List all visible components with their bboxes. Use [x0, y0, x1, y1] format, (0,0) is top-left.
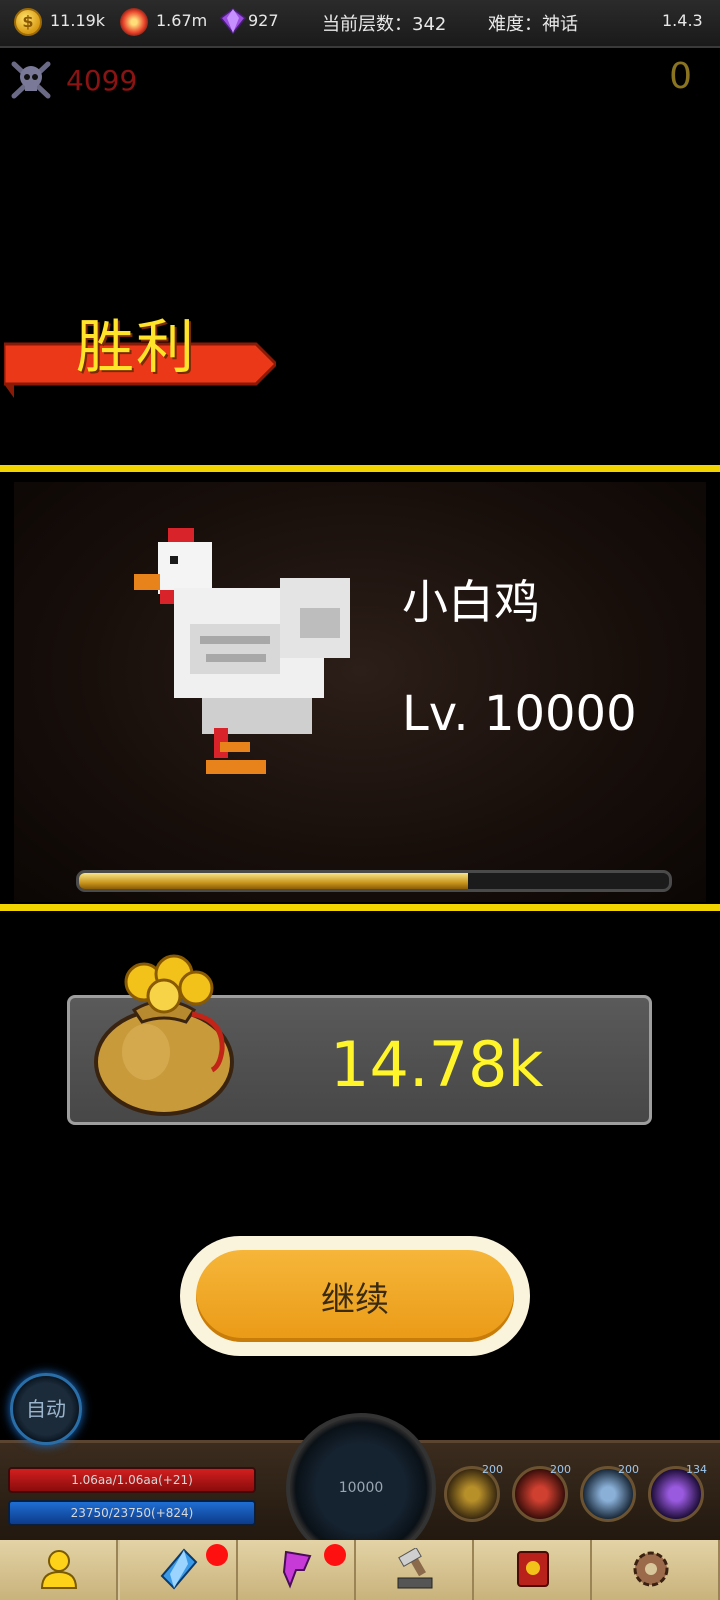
- storm-icon[interactable]: 200: [580, 1463, 639, 1522]
- difficulty: 难度：神话: [488, 14, 578, 35]
- notification-dot: [324, 1544, 346, 1566]
- white-chicken-sprite: [134, 528, 350, 774]
- skull-crossbones-icon: [11, 61, 51, 99]
- settings-gear-icon: [633, 1551, 669, 1587]
- score-counter: 0: [669, 56, 692, 97]
- notification-dot: [206, 1544, 228, 1566]
- power-amount: 1.67m: [156, 11, 208, 30]
- kill-count: 4099: [66, 64, 138, 97]
- warrior-icon[interactable]: 200: [512, 1463, 571, 1522]
- progress-bar: [76, 870, 672, 892]
- divider-bottom: [0, 904, 720, 911]
- auto-battle-toggle[interactable]: 自动: [10, 1373, 82, 1445]
- skill-charges: 134: [686, 1463, 707, 1476]
- skill-charges: 200: [618, 1463, 639, 1476]
- continue-button[interactable]: 继续: [196, 1250, 514, 1342]
- mp-bar: 23750/23750(+824): [8, 1500, 256, 1526]
- skill-charges: 200: [550, 1463, 571, 1476]
- hp-bar: 1.06aa/1.06aa(+21): [8, 1467, 256, 1493]
- tab-rune[interactable]: [238, 1540, 356, 1600]
- tab-crystal[interactable]: [120, 1540, 238, 1600]
- tab-spellbook[interactable]: [474, 1540, 592, 1600]
- purple-gem-icon: [220, 8, 246, 34]
- arcane-icon[interactable]: 134: [648, 1463, 707, 1522]
- gold-coin-icon: [14, 8, 42, 36]
- monster-name: 小白鸡: [402, 575, 540, 629]
- gem-amount: 927: [248, 11, 279, 30]
- money-bag-icon: [94, 954, 234, 1116]
- tab-settings[interactable]: [592, 1540, 720, 1600]
- holy-cross-icon[interactable]: 200: [444, 1463, 503, 1522]
- top-status-bar: 11.19k 1.67m 927 当前层数：342 难度：神话 1.4.3: [0, 0, 720, 48]
- divider-top: [0, 465, 720, 472]
- rune-icon: [282, 1550, 312, 1589]
- tab-hero[interactable]: [0, 1540, 118, 1600]
- hero-icon: [40, 1550, 78, 1589]
- current-floor: 当前层数：342: [322, 14, 447, 35]
- skill-charges: 200: [482, 1463, 503, 1476]
- gold-amount: 11.19k: [50, 11, 106, 30]
- progress-fill: [79, 873, 469, 889]
- reward-amount: 14.78k: [330, 1028, 544, 1101]
- crystal-icon: [160, 1548, 198, 1590]
- forge-icon: [397, 1548, 433, 1589]
- victory-title: 胜利: [76, 313, 197, 381]
- version-label: 1.4.3: [662, 11, 703, 30]
- power-burst-icon: [120, 8, 148, 36]
- monster-level: Lv. 10000: [402, 686, 637, 742]
- spellbook-icon: [517, 1551, 549, 1587]
- tab-forge[interactable]: [356, 1540, 474, 1600]
